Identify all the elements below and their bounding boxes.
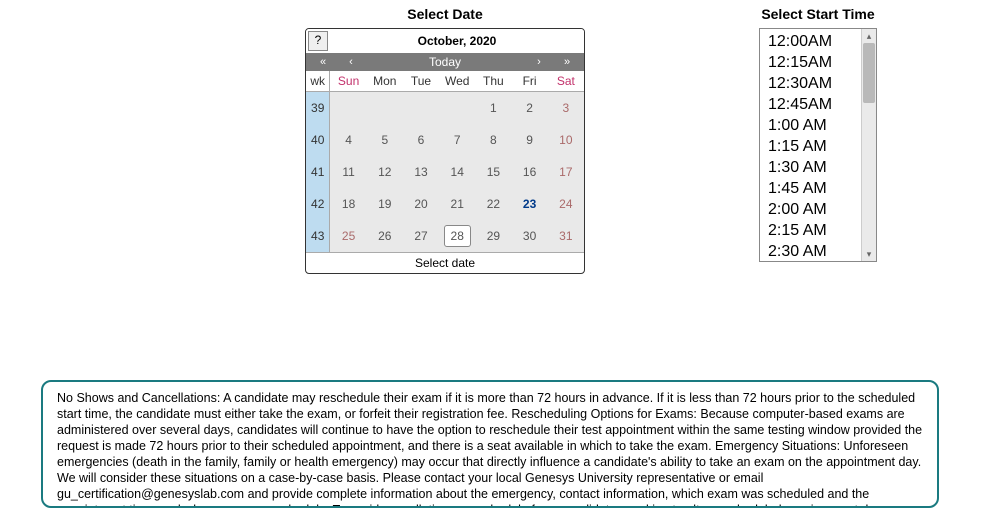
day-cell[interactable]: 6 [403,124,439,156]
day-cell[interactable]: 26 [367,220,403,252]
time-option[interactable]: 12:45AM [768,94,853,115]
day-cell[interactable]: 27 [403,220,439,252]
time-option[interactable]: 1:45 AM [768,178,853,199]
time-option[interactable]: 12:00AM [768,31,853,52]
day-cell[interactable]: 25 [330,220,367,252]
day-cell [403,92,439,125]
select-date-title: Select Date [305,6,585,22]
day-cell[interactable]: 21 [439,188,475,220]
day-cell[interactable]: 1 [475,92,511,125]
day-cell[interactable]: 16 [512,156,548,188]
day-cell[interactable]: 3 [548,92,584,125]
prev-year-button[interactable]: « [306,53,340,71]
time-option[interactable]: 1:30 AM [768,157,853,178]
next-month-button[interactable]: › [528,53,550,71]
day-cell[interactable]: 14 [439,156,475,188]
day-cell [439,92,475,125]
policy-text: No Shows and Cancellations: A candidate … [41,380,939,508]
day-cell[interactable]: 17 [548,156,584,188]
dow-sun: Sun [330,71,367,92]
dow-thu: Thu [475,71,511,92]
scroll-down-icon[interactable]: ▾ [862,247,876,261]
day-cell [367,92,403,125]
week-number: 42 [306,188,330,220]
time-option[interactable]: 1:15 AM [768,136,853,157]
week-number: 40 [306,124,330,156]
day-cell[interactable]: 9 [512,124,548,156]
day-cell[interactable]: 2 [512,92,548,125]
prev-month-button[interactable]: ‹ [340,53,362,71]
week-number: 43 [306,220,330,252]
time-option[interactable]: 2:30 AM [768,241,853,261]
day-cell[interactable]: 24 [548,188,584,220]
day-cell[interactable]: 29 [475,220,511,252]
dow-tue: Tue [403,71,439,92]
day-cell[interactable]: 19 [367,188,403,220]
time-scrollbar[interactable]: ▴ ▾ [861,29,876,261]
calendar-month-label: October, 2020 [330,32,584,50]
today-button[interactable]: Today [362,53,528,71]
week-number: 39 [306,92,330,125]
calendar: ? October, 2020 « ‹ Today › » wk Sun Mon… [305,28,585,274]
calendar-grid: wk Sun Mon Tue Wed Thu Fri Sat 391234045… [306,71,584,252]
dow-mon: Mon [367,71,403,92]
day-cell[interactable]: 23 [512,188,548,220]
dow-wed: Wed [439,71,475,92]
day-cell[interactable]: 28 [439,220,475,252]
day-cell[interactable]: 5 [367,124,403,156]
day-cell[interactable]: 15 [475,156,511,188]
day-cell[interactable]: 12 [367,156,403,188]
day-cell[interactable]: 31 [548,220,584,252]
calendar-footer: Select date [306,252,584,273]
next-year-button[interactable]: » [550,53,584,71]
day-cell[interactable]: 22 [475,188,511,220]
day-cell [330,92,367,125]
day-cell[interactable]: 20 [403,188,439,220]
day-cell[interactable]: 11 [330,156,367,188]
time-option[interactable]: 12:30AM [768,73,853,94]
select-time-title: Select Start Time [759,6,877,22]
scroll-up-icon[interactable]: ▴ [862,29,876,43]
day-cell[interactable]: 10 [548,124,584,156]
time-option[interactable]: 2:00 AM [768,199,853,220]
day-cell[interactable]: 8 [475,124,511,156]
dow-fri: Fri [512,71,548,92]
time-option[interactable]: 1:00 AM [768,115,853,136]
dow-wk: wk [306,71,330,92]
calendar-help-button[interactable]: ? [308,31,328,51]
day-cell[interactable]: 18 [330,188,367,220]
day-cell[interactable]: 7 [439,124,475,156]
day-cell[interactable]: 4 [330,124,367,156]
dow-sat: Sat [548,71,584,92]
time-option[interactable]: 2:15 AM [768,220,853,241]
time-listbox[interactable]: 12:00AM12:15AM12:30AM12:45AM1:00 AM1:15 … [759,28,877,262]
time-option[interactable]: 12:15AM [768,52,853,73]
week-number: 41 [306,156,330,188]
scroll-thumb[interactable] [863,43,875,103]
day-cell[interactable]: 30 [512,220,548,252]
calendar-nav: « ‹ Today › » [306,53,584,71]
day-cell[interactable]: 13 [403,156,439,188]
